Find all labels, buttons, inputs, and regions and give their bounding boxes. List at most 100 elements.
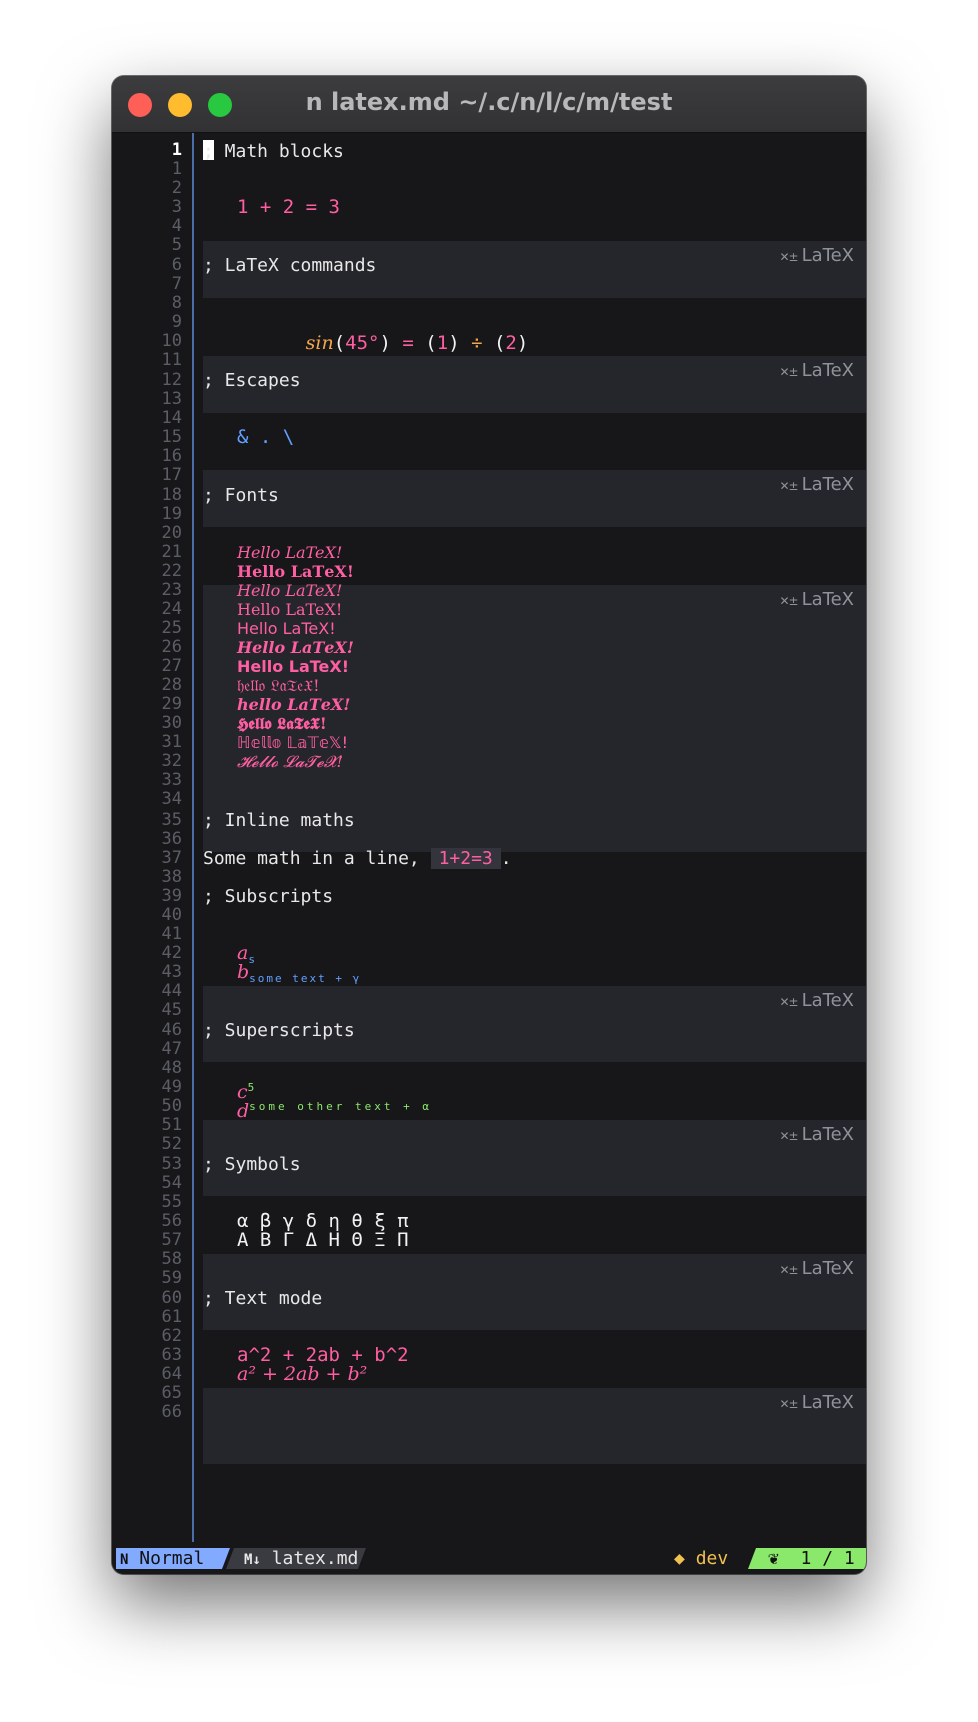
line-row: 30 [112, 713, 866, 734]
line-row: 8 [112, 293, 866, 314]
line-row: 31 [112, 732, 866, 753]
line-number: 9 [171, 312, 182, 332]
line-number: 63 [161, 1345, 182, 1365]
line-row: 50 [112, 1096, 866, 1117]
heading-escapes[interactable]: ; Escapes [203, 370, 301, 391]
line-number: 51 [161, 1115, 182, 1135]
line-number: 45 [161, 1000, 182, 1020]
line-row: 21 [112, 542, 866, 563]
status-line: N Normal M↓ latex.md ◆ dev ❦ 1 / 1 [112, 1542, 866, 1574]
line-row: 65 [112, 1383, 866, 1404]
heading-subscripts[interactable]: ; Subscripts [203, 886, 333, 907]
font-line-6: 𝑯𝒆𝒍𝒍𝒐 𝑳𝒂𝑻𝒆𝑿! [237, 638, 354, 657]
line-row: 1 [112, 159, 866, 180]
line-row: 61 [112, 1307, 866, 1328]
line-number: 48 [161, 1058, 182, 1078]
line-number: 3 [171, 197, 182, 217]
line-row: 14 [112, 408, 866, 429]
line-row: 26 [112, 637, 866, 658]
line-number: 18 [161, 485, 182, 505]
line-row: 38 [112, 867, 866, 888]
font-line-3: Hello LaTeX! [237, 581, 343, 600]
line-number: 13 [161, 389, 182, 409]
font-line-8: 𝔥𝔢𝔩𝔩𝔬 𝔏𝔞𝔗𝔢𝔛! [237, 676, 320, 695]
heading-inline-maths[interactable]: ; Inline maths [203, 810, 355, 831]
line-row: 41 [112, 924, 866, 945]
heading-latex-commands[interactable]: ; LaTeX commands [203, 255, 376, 276]
git-branch: ◆ dev [674, 1548, 729, 1569]
heading-symbols[interactable]: ; Symbols [203, 1154, 301, 1175]
font-line-2: 𝐇𝐞𝐥𝐥𝐨 𝐋𝐚𝐓𝐞𝐗! [237, 562, 354, 581]
cursor-position: ❦ 1 / 1 [748, 1548, 866, 1569]
heading-text-mode[interactable]: ; Text mode [203, 1288, 322, 1309]
line-number: 40 [161, 905, 182, 925]
line-row: 34 [112, 789, 866, 810]
text-mode-rendered: a² + 2ab + b² [237, 1363, 368, 1385]
line-number: 49 [161, 1077, 182, 1097]
leaf-icon: ❦ [768, 1548, 779, 1569]
line-row: 3 [112, 197, 866, 218]
line-row: 29 [112, 694, 866, 715]
line-number: 41 [161, 924, 182, 944]
font-line-5: Hello LaTeX! [237, 619, 336, 638]
line-row: 64 [112, 1364, 866, 1385]
editor-pane[interactable]: ✕± LaTeX ✕± LaTeX ✕± LaTeX ✕± LaTeX ✕± LaTeX … [112, 133, 866, 1542]
file-indicator[interactable]: M↓ latex.md [226, 1548, 366, 1569]
window-title: n latex.md ~/.c/n/l/c/m/test [305, 88, 673, 116]
line-row: 22 [112, 561, 866, 582]
line-number: 44 [161, 981, 182, 1001]
line-row: 48 [112, 1058, 866, 1079]
line-number: 58 [161, 1249, 182, 1269]
line-number: 39 [161, 886, 182, 906]
terminal-window: n latex.md ~/.c/n/l/c/m/test ✕± LaTeX ✕± L… [112, 76, 866, 1574]
line-number: 6 [171, 255, 182, 275]
line-row: 15 [112, 427, 866, 448]
font-line-9: 𝒉𝒆𝒍𝒍𝒐 𝑳𝒂𝑻𝒆𝑿! [237, 695, 351, 714]
inline-math-line[interactable]: Some math in a line, 1+2=3. [203, 848, 512, 869]
line-row: 51 [112, 1115, 866, 1136]
math-expr-escapes: & . \ [237, 426, 295, 448]
line-number: 10 [161, 331, 182, 351]
subscript-b: bsome text + γ [237, 961, 362, 986]
line-number: 29 [161, 694, 182, 714]
line-number: 33 [161, 770, 182, 790]
heading-superscripts[interactable]: ; Superscripts [203, 1020, 355, 1041]
inline-math-chip: 1+2=3 [430, 848, 501, 869]
symbols-uppercase: Α Β Γ Δ Η Θ Ξ Π [237, 1229, 409, 1251]
font-line-11: ℍ𝕖𝕝𝕝𝕠 𝕃𝕒𝕋𝕖𝕏! [237, 733, 349, 752]
line-row: 2 [112, 178, 866, 199]
font-line-7: Hello LaTeX! [237, 657, 350, 676]
line-number: 64 [161, 1364, 182, 1384]
heading-fonts[interactable]: ; Fonts [203, 485, 279, 506]
line-number: 55 [161, 1192, 182, 1212]
mode-indicator: N Normal [116, 1548, 230, 1569]
line-number: 43 [161, 962, 182, 982]
line-number: 27 [161, 656, 182, 676]
line-number: 7 [171, 274, 182, 294]
line-row: 20 [112, 523, 866, 544]
line-number: 62 [161, 1326, 182, 1346]
line-number: 15 [161, 427, 182, 447]
line-row: 63 [112, 1345, 866, 1366]
line-row: 66 [112, 1402, 866, 1423]
line-number: 50 [161, 1096, 182, 1116]
line-number: 25 [161, 618, 182, 638]
line-number: 5 [171, 235, 182, 255]
line-row: 33 [112, 770, 866, 791]
line-number: 24 [161, 599, 182, 619]
markdown-icon: M↓ [244, 1552, 261, 1568]
line-number: 30 [161, 713, 182, 733]
line-row: 43 [112, 962, 866, 983]
line-number: 60 [161, 1288, 182, 1308]
line-number: 16 [161, 446, 182, 466]
git-icon: ◆ [674, 1548, 685, 1569]
line-number: 66 [161, 1402, 182, 1422]
line-row: 40 [112, 905, 866, 926]
line-number: 59 [161, 1268, 182, 1288]
line-number: 38 [161, 867, 182, 887]
line-number: 37 [161, 848, 182, 868]
line-number: 19 [161, 504, 182, 524]
heading-math-blocks[interactable]: ; Math blocks [203, 140, 344, 162]
line-row: 19 [112, 504, 866, 525]
line-number: 12 [161, 370, 182, 390]
